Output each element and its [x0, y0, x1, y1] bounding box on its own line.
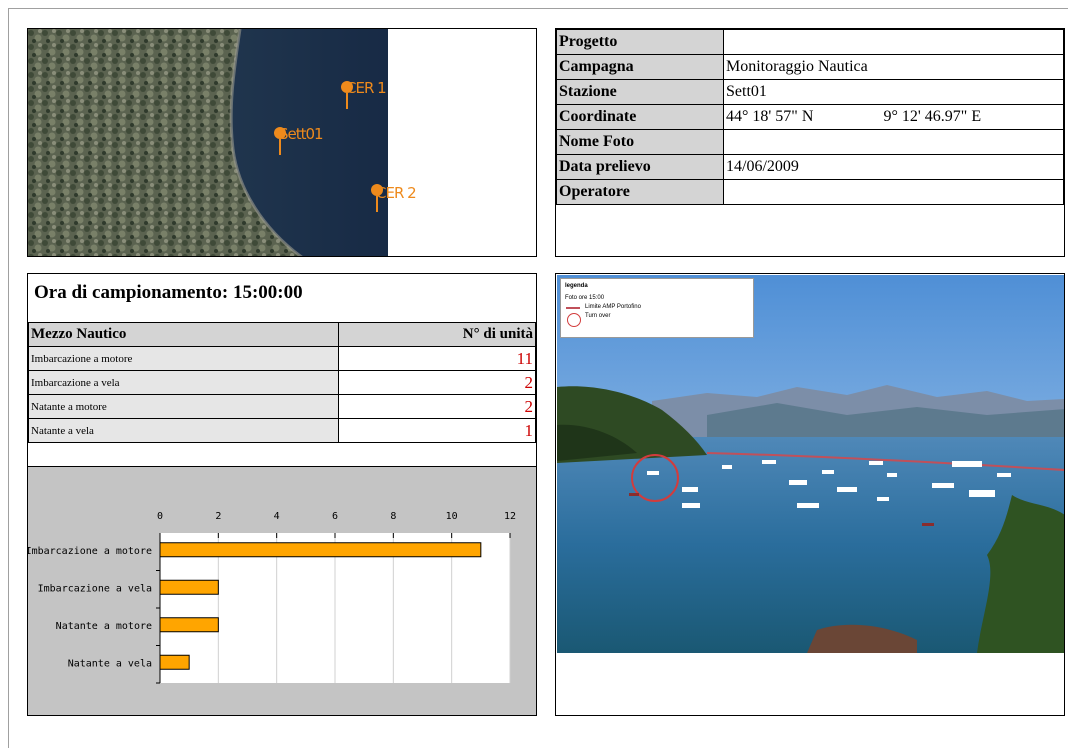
marker-cer1-label: CER 1	[346, 79, 387, 97]
vessel-name: Imbarcazione a motore	[28, 346, 339, 371]
vessel-name: Imbarcazione a vela	[28, 370, 339, 395]
vessel-table-header: Mezzo Nautico N° di unità	[28, 322, 536, 347]
marker-cer2-label: CER 2	[376, 184, 417, 202]
chart-area: 0 2 4 6 8 10 12 Imbarcazione a motore Imbarcazio…	[28, 466, 536, 715]
info-label: Coordinate	[556, 104, 724, 130]
bar	[159, 654, 190, 670]
legend-subtitle: Foto ore 15:00	[565, 295, 605, 301]
info-value	[723, 29, 1064, 55]
bar	[159, 542, 482, 558]
col-n-unita: N° di unità	[338, 322, 536, 347]
info-panel: Progetto Campagna Monitoraggio Nautica S…	[555, 28, 1065, 257]
y-tick-label: Natante a motore	[56, 621, 152, 632]
info-value	[723, 179, 1064, 205]
info-row-coordinate: Coordinate 44° 18' 57" N 9° 12' 46.97" E	[556, 104, 1064, 130]
info-table: Progetto Campagna Monitoraggio Nautica S…	[556, 29, 1064, 205]
info-label: Data prelievo	[556, 154, 724, 180]
y-tick-label: Imbarcazione a motore	[28, 546, 152, 557]
table-row: Natante a motore 2	[28, 394, 536, 419]
sampling-panel: Ora di campionamento: 15:00:00 Mezzo Nau…	[27, 273, 537, 716]
photo-panel: legenda Foto ore 15:00 Limite AMP Portof…	[555, 273, 1065, 716]
vessel-count: 2	[338, 370, 536, 395]
table-row: Imbarcazione a motore 11	[28, 346, 536, 371]
info-row-operatore: Operatore	[556, 179, 1064, 205]
x-tick-label: 4	[274, 511, 280, 522]
x-tick-label: 2	[215, 511, 221, 522]
info-row-campagna: Campagna Monitoraggio Nautica	[556, 54, 1064, 80]
info-label: Campagna	[556, 54, 724, 80]
info-row-nome-foto: Nome Foto	[556, 129, 1064, 155]
legend-title: legenda	[565, 283, 588, 289]
x-tick-label: 10	[446, 511, 458, 522]
info-value: 14/06/2009	[723, 154, 1064, 180]
legend-item-turnover: Turn over	[585, 313, 611, 319]
info-value: Sett01	[723, 79, 1064, 105]
info-value	[723, 129, 1064, 155]
x-tick-label: 6	[332, 511, 338, 522]
legend-circle-icon	[567, 313, 581, 327]
info-row-stazione: Stazione Sett01	[556, 79, 1064, 105]
legend-item-limite: Limite AMP Portofino	[585, 304, 641, 310]
y-tick-label: Imbarcazione a vela	[38, 583, 152, 594]
bar	[159, 579, 219, 595]
sampling-title: Ora di campionamento: 15:00:00	[34, 282, 303, 303]
vessel-name: Natante a motore	[28, 394, 339, 419]
x-tick-label: 12	[504, 511, 516, 522]
table-row: Natante a vela 1	[28, 418, 536, 443]
vessel-name: Natante a vela	[28, 418, 339, 443]
info-label: Stazione	[556, 79, 724, 105]
marker-sett01-label: Sett01	[279, 125, 324, 143]
map-panel: CER 1 Sett01 CER 2	[27, 28, 537, 257]
y-tick-label: Natante a vela	[68, 658, 152, 669]
x-tick-label: 0	[157, 511, 163, 522]
info-label: Progetto	[556, 29, 724, 55]
vessel-bar-chart: 0 2 4 6 8 10 12 Imbarcazione a motore Imbarcazio…	[28, 511, 516, 684]
x-tick-label: 8	[390, 511, 396, 522]
info-value-lat: 44° 18' 57" N	[723, 104, 882, 130]
info-value: Monitoraggio Nautica	[723, 54, 1064, 80]
vessel-count: 2	[338, 394, 536, 419]
vessel-table: Mezzo Nautico N° di unità Imbarcazione a…	[28, 322, 536, 443]
info-label: Nome Foto	[556, 129, 724, 155]
table-row: Imbarcazione a vela 2	[28, 370, 536, 395]
photo-legend: legenda Foto ore 15:00 Limite AMP Portof…	[560, 278, 754, 338]
vessel-count: 1	[338, 418, 536, 443]
info-row-progetto: Progetto	[556, 29, 1064, 55]
col-mezzo-nautico: Mezzo Nautico	[28, 322, 339, 347]
legend-line-icon	[566, 307, 580, 309]
info-label: Operatore	[556, 179, 724, 205]
vessel-count: 11	[338, 346, 536, 371]
bar	[159, 617, 219, 633]
info-row-data-prelievo: Data prelievo 14/06/2009	[556, 154, 1064, 180]
info-value-lon: 9° 12' 46.97" E	[881, 104, 1064, 130]
